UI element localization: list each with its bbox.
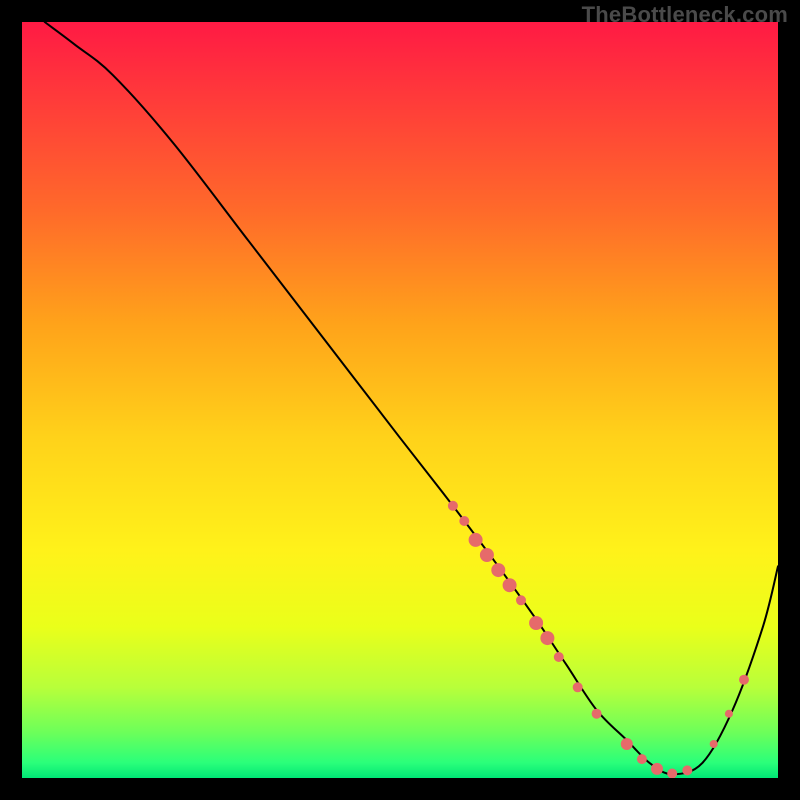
curve-marker — [682, 765, 692, 775]
curve-marker — [621, 738, 633, 750]
curve-marker — [529, 616, 543, 630]
curve-marker — [448, 501, 458, 511]
curve-marker — [573, 682, 583, 692]
curve-marker — [491, 563, 505, 577]
curve-marker — [667, 769, 677, 779]
curve-marker — [503, 578, 517, 592]
curve-marker — [651, 763, 663, 775]
curve-marker — [592, 709, 602, 719]
chart-frame — [22, 22, 778, 778]
curve-marker — [554, 652, 564, 662]
curve-marker — [739, 675, 749, 685]
bottleneck-curve — [45, 22, 778, 774]
curve-marker — [480, 548, 494, 562]
watermark-text: TheBottleneck.com — [582, 2, 788, 28]
curve-marker — [710, 740, 718, 748]
chart-svg — [22, 22, 778, 778]
curve-marker — [637, 754, 647, 764]
curve-marker — [516, 595, 526, 605]
curve-marker — [540, 631, 554, 645]
curve-marker — [469, 533, 483, 547]
curve-marker — [725, 710, 733, 718]
curve-marker — [459, 516, 469, 526]
curve-markers — [448, 501, 749, 778]
